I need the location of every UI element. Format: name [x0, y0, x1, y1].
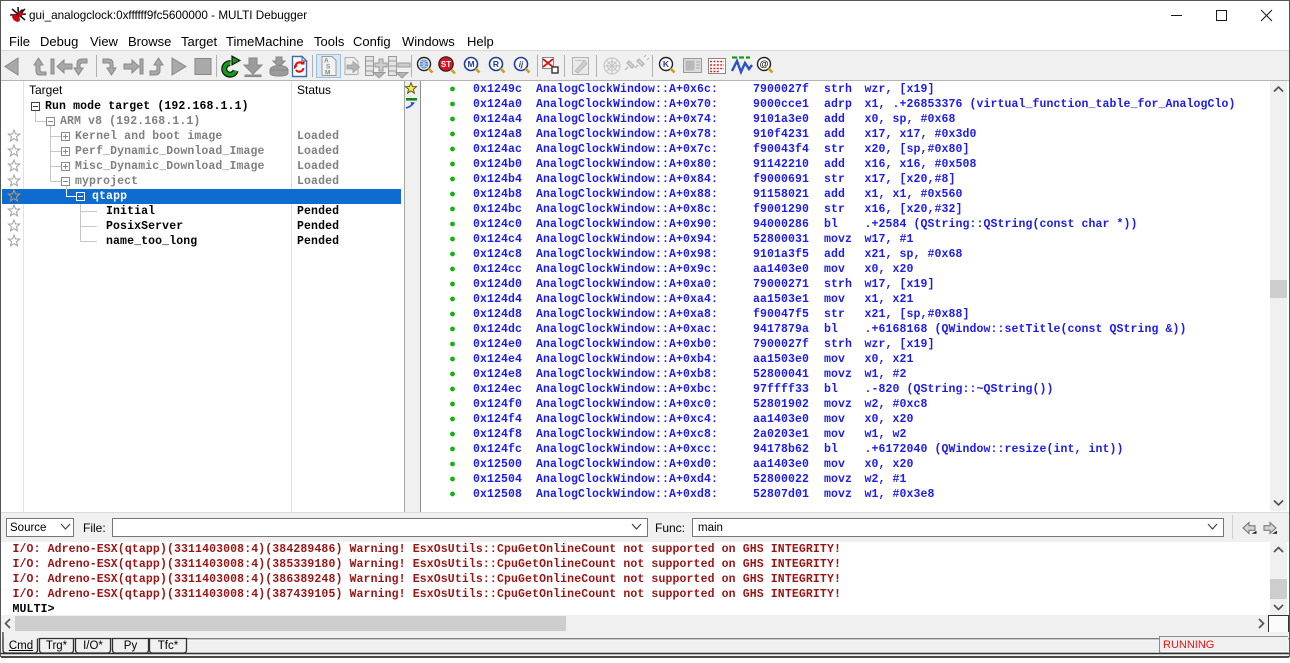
- svg-text:M: M: [467, 59, 474, 69]
- svg-text:ij: ij: [519, 60, 524, 69]
- svg-text:@: @: [760, 59, 769, 69]
- svg-text:ST: ST: [441, 60, 451, 69]
- svg-text:R: R: [493, 59, 499, 69]
- svg-text:M: M: [325, 70, 330, 77]
- svg-text:K: K: [663, 59, 670, 69]
